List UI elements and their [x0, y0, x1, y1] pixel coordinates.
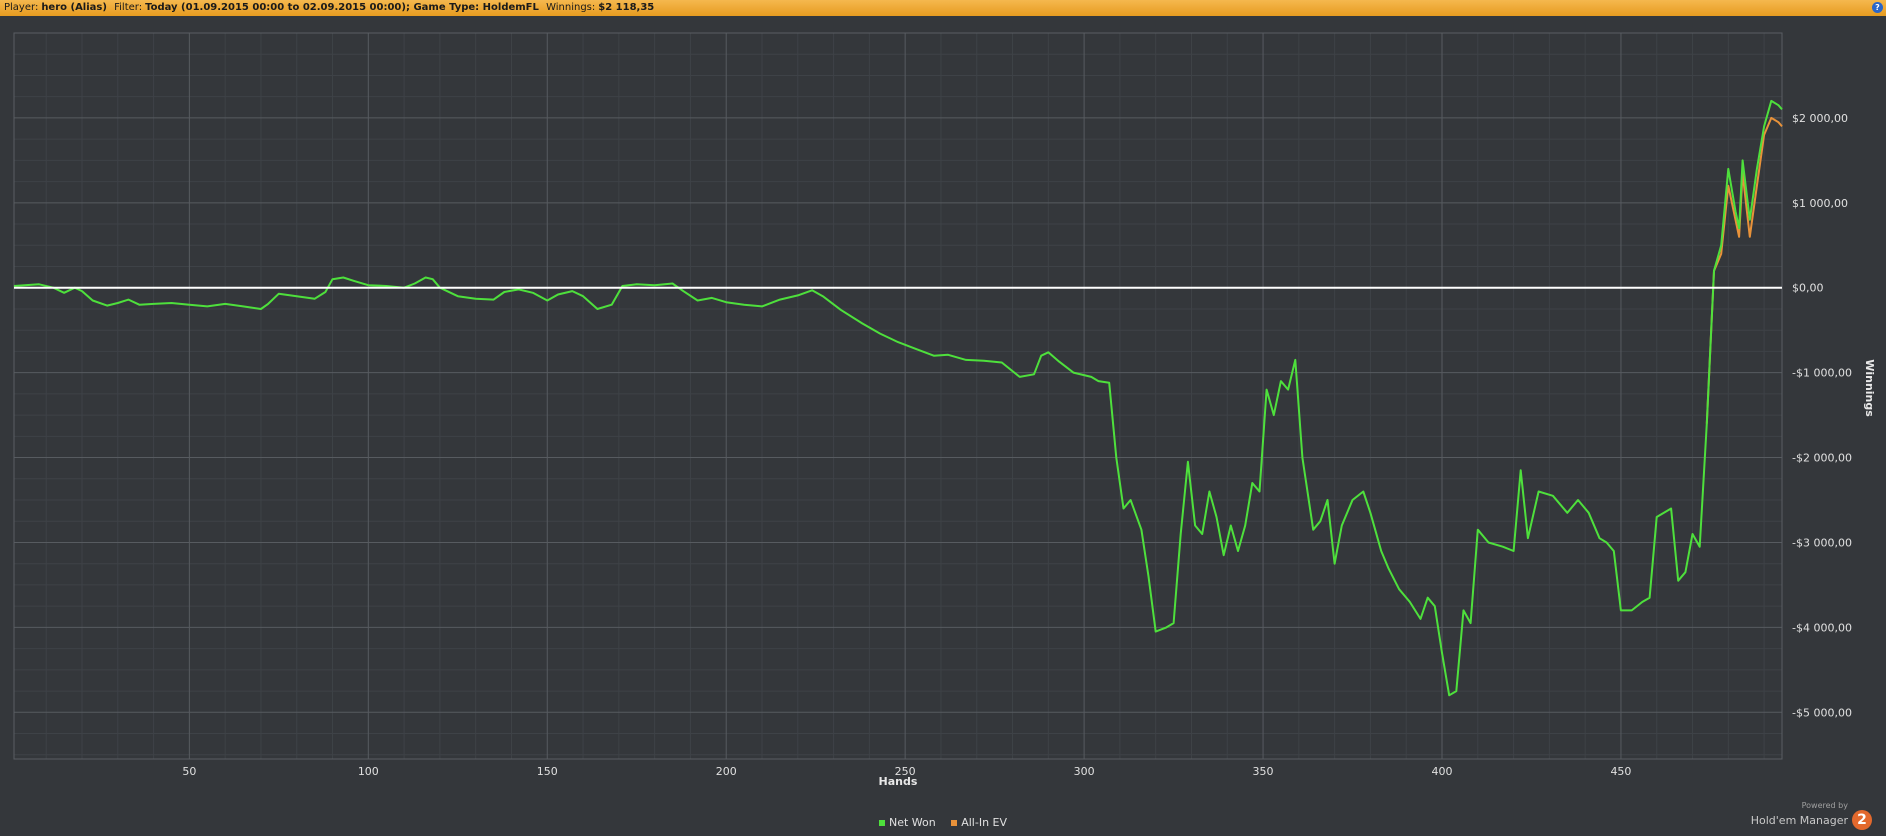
winnings-value: $2 118,35: [598, 2, 655, 13]
brand-name: Hold'em Manager: [1750, 813, 1848, 827]
x-tick-label: 100: [358, 765, 379, 778]
y-tick-label: -$2 000,00: [1792, 452, 1852, 465]
help-icon[interactable]: ?: [1872, 2, 1883, 13]
x-tick-label: 300: [1074, 765, 1095, 778]
player-label: Player:: [4, 2, 39, 13]
winnings-label: Winnings:: [546, 2, 596, 13]
series-line-all-in-ev: [1705, 116, 1783, 424]
x-tick-label: 200: [716, 765, 737, 778]
holdem-manager-logo: Powered by Hold'em Manager 2: [1750, 800, 1872, 830]
major-grid: [14, 33, 1782, 759]
powered-by-text: Powered by: [1801, 800, 1848, 810]
x-tick-label: 400: [1432, 765, 1453, 778]
y-tick-label: $0,00: [1792, 282, 1824, 295]
winnings-chart: 50 100 150 200 250 300 350 400 450 $2 000,00$1 0…: [13, 32, 1876, 788]
x-axis-title: Hands: [879, 775, 918, 788]
x-tick-label: 50: [182, 765, 196, 778]
x-tick-label: 450: [1610, 765, 1631, 778]
y-tick-label: -$1 000,00: [1792, 367, 1852, 380]
y-tick-label: -$5 000,00: [1792, 706, 1852, 719]
y-axis: $2 000,00 $1 000,00 $0,00 -$1 000,00 -$2 000…: [1792, 112, 1852, 719]
legend-label-net-won: Net Won: [888, 816, 936, 829]
x-tick-label: 350: [1253, 765, 1274, 778]
brand-badge-icon: 2: [1852, 810, 1872, 830]
filter-bar: Player: hero (Alias) Filter: Today (01.09.…: [0, 0, 1886, 16]
player-value: hero (Alias): [41, 2, 107, 13]
y-tick-label: -$4 000,00: [1792, 621, 1852, 634]
filter-value: Today (01.09.2015 00:00 to 02.09.2015 00…: [145, 2, 539, 13]
plot-border: [13, 32, 1783, 760]
y-axis-title: Winnings: [1863, 359, 1876, 417]
legend-swatch-all-in-ev: [951, 820, 958, 826]
filter-label: Filter:: [114, 2, 143, 13]
legend-item-all-in-ev[interactable]: All-In EV: [951, 816, 1007, 829]
minor-grid: [14, 33, 1782, 759]
y-tick-label: -$3 000,00: [1792, 536, 1852, 549]
x-tick-label: 150: [537, 765, 558, 778]
legend-label-all-in-ev: All-In EV: [961, 816, 1008, 829]
y-tick-label: $2 000,00: [1792, 112, 1848, 125]
legend-swatch-net-won: [878, 820, 885, 826]
legend: Net Won All-In EV: [0, 816, 1886, 829]
y-tick-label: $1 000,00: [1792, 197, 1848, 210]
legend-item-net-won[interactable]: Net Won: [878, 816, 936, 829]
